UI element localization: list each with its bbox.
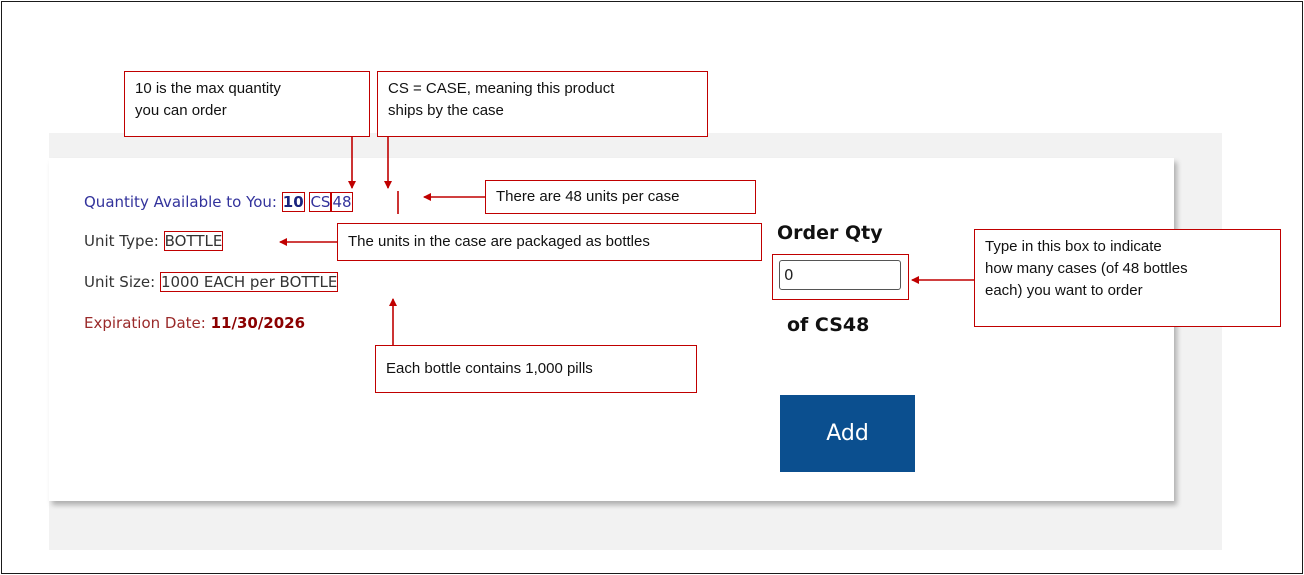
- callout-pills: Each bottle contains 1,000 pills: [375, 345, 697, 393]
- callout-case-line1: CS = CASE, meaning this product: [388, 80, 615, 97]
- callout-case-line2: ships by the case: [388, 102, 504, 119]
- order-qty-input[interactable]: [779, 260, 901, 290]
- callout-type-line2: how many cases (of 48 bottles: [985, 260, 1188, 277]
- add-button[interactable]: Add: [780, 395, 915, 472]
- quantity-available-line: Quantity Available to You: 10 CS 48: [84, 192, 353, 212]
- unit-size-label: Unit Size:: [84, 273, 156, 291]
- order-qty-label: Order Qty: [777, 222, 883, 244]
- order-unit-label: of CS48: [787, 314, 870, 336]
- order-qty-highlight: [772, 254, 909, 300]
- expiration-line: Expiration Date: 11/30/2026: [84, 314, 305, 332]
- unit-type-line: Unit Type: BOTTLE: [84, 231, 224, 251]
- callout-max-quantity: 10 is the max quantity you can order: [124, 71, 370, 137]
- unit-code: CS: [309, 192, 332, 212]
- callout-type-line1: Type in this box to indicate: [985, 238, 1162, 255]
- unit-size-line: Unit Size: 1000 EACH per BOTTLE: [84, 272, 339, 292]
- callout-max-quantity-line2: you can order: [135, 102, 227, 119]
- callout-type-line3: each) you want to order: [985, 282, 1143, 299]
- unit-type-label: Unit Type:: [84, 232, 159, 250]
- quantity-available-label: Quantity Available to You:: [84, 193, 277, 211]
- quantity-available-value: 10: [281, 192, 305, 212]
- callout-units-per-case: There are 48 units per case: [485, 180, 756, 214]
- expiration-value: 11/30/2026: [210, 314, 306, 332]
- callout-packaged-bottles: The units in the case are packaged as bo…: [337, 223, 762, 261]
- unit-type-value: BOTTLE: [163, 231, 224, 251]
- callout-case: CS = CASE, meaning this product ships by…: [377, 71, 708, 137]
- expiration-label: Expiration Date:: [84, 314, 206, 332]
- unit-count: 48: [331, 192, 353, 212]
- unit-size-value: 1000 EACH per BOTTLE: [159, 272, 339, 292]
- callout-max-quantity-line1: 10 is the max quantity: [135, 80, 281, 97]
- callout-type-in-box: Type in this box to indicate how many ca…: [974, 229, 1281, 327]
